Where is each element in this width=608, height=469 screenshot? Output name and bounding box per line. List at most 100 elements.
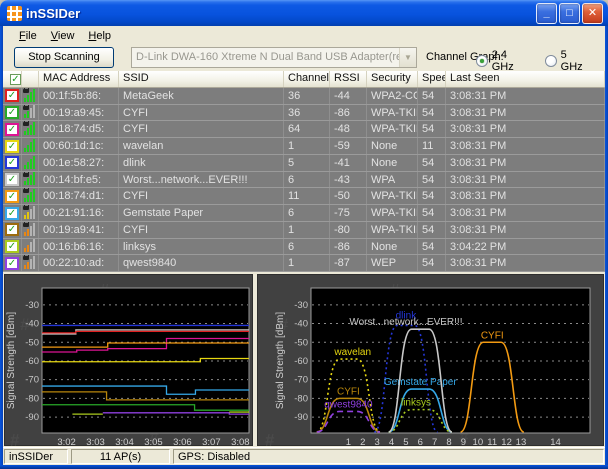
row-checkbox[interactable]: ✓ xyxy=(3,105,22,121)
cell-ssid: CYFI xyxy=(119,188,284,204)
signal-strength-icon xyxy=(22,88,39,104)
table-row[interactable]: ✓00:1f:5b:86:MetaGeek36-44WPA2-CCMP543:0… xyxy=(3,88,605,105)
cell-mac: 00:14:bf:e5: xyxy=(39,172,119,188)
row-checkbox[interactable]: ✓ xyxy=(3,155,22,171)
cell-rssi: -75 xyxy=(330,205,367,221)
cell-channel: 11 xyxy=(284,188,330,204)
header-signal-icon-col[interactable] xyxy=(22,71,39,87)
row-checkbox[interactable]: ✓ xyxy=(3,188,22,204)
time-graph: ########-30-40-50-60-70-80-90Signal Stre… xyxy=(5,275,254,447)
network-color-checkbox[interactable]: ✓ xyxy=(5,257,19,270)
row-checkbox[interactable]: ✓ xyxy=(3,222,22,238)
svg-text:-40: -40 xyxy=(25,319,39,330)
menu-view[interactable]: View xyxy=(44,28,82,44)
header-rssi[interactable]: RSSI xyxy=(330,71,367,87)
cell-channel: 6 xyxy=(284,172,330,188)
row-checkbox[interactable]: ✓ xyxy=(3,255,22,271)
svg-text:3:08: 3:08 xyxy=(231,437,250,447)
cell-mac: 00:60:1d:1c: xyxy=(39,138,119,154)
table-row[interactable]: ✓00:18:74:d1:CYFI11-50WPA-TKIP543:08:31 … xyxy=(3,188,605,205)
network-table-body: ✓00:1f:5b:86:MetaGeek36-44WPA2-CCMP543:0… xyxy=(3,88,605,272)
svg-text:3:05: 3:05 xyxy=(144,437,163,447)
cell-speed: 54 xyxy=(418,172,446,188)
svg-text:Signal Strength [dBm]: Signal Strength [dBm] xyxy=(275,312,286,409)
network-color-checkbox[interactable]: ✓ xyxy=(5,140,19,153)
table-row[interactable]: ✓ 00:14:bf:e5:Worst...network...EVER!!!6-… xyxy=(3,172,605,189)
table-row[interactable]: ✓00:19:a9:41:CYFI1-80WPA-TKIP543:08:31 P… xyxy=(3,222,605,239)
cell-security: None xyxy=(367,138,418,154)
cell-speed: 54 xyxy=(418,188,446,204)
header-security[interactable]: Security xyxy=(367,71,418,87)
network-color-checkbox[interactable]: ✓ xyxy=(5,123,19,136)
svg-text:11: 11 xyxy=(487,437,497,447)
svg-text:6: 6 xyxy=(418,437,423,447)
header-select-all[interactable]: ✓ xyxy=(3,71,22,87)
svg-text:-30: -30 xyxy=(25,300,39,311)
header-speed[interactable]: Speed xyxy=(418,71,446,87)
svg-text:3:06: 3:06 xyxy=(173,437,192,447)
svg-text:#: # xyxy=(265,430,275,447)
header-ssid[interactable]: SSID xyxy=(119,71,284,87)
row-checkbox[interactable]: ✓ xyxy=(3,88,22,104)
window-border-bottom xyxy=(0,465,608,469)
header-channel[interactable]: Channel xyxy=(284,71,330,87)
close-button[interactable]: ✕ xyxy=(582,3,603,24)
network-color-checkbox[interactable]: ✓ xyxy=(5,207,19,220)
cell-last-seen: 3:04:22 PM xyxy=(446,239,605,255)
channel-curve-label: wavelan xyxy=(333,347,371,358)
header-last-seen[interactable]: Last Seen xyxy=(446,71,605,87)
svg-text:12: 12 xyxy=(501,437,512,447)
table-row[interactable]: ✓00:18:74:d5:CYFI64-48WPA-TKIP543:08:31 … xyxy=(3,121,605,138)
network-color-checkbox[interactable]: ✓ xyxy=(5,156,19,169)
adapter-select[interactable]: D-Link DWA-160 Xtreme N Dual Band USB Ad… xyxy=(131,47,417,68)
cell-speed: 54 xyxy=(418,105,446,121)
radio-5ghz[interactable] xyxy=(545,55,557,67)
header-mac-address[interactable]: MAC Address xyxy=(39,71,119,87)
network-color-checkbox[interactable]: ✓ xyxy=(5,240,19,253)
cell-security: WPA-TKIP xyxy=(367,222,418,238)
svg-text:7: 7 xyxy=(432,437,437,447)
table-row[interactable]: ✓00:22:10:ad:qwest98401-87WEP543:08:31 P… xyxy=(3,255,605,272)
cell-ssid: qwest9840 xyxy=(119,255,284,271)
signal-strength-icon xyxy=(22,172,39,188)
lock-icon xyxy=(23,89,29,93)
minimize-button[interactable]: _ xyxy=(536,3,557,24)
network-color-checkbox[interactable]: ✓ xyxy=(5,173,19,186)
maximize-button[interactable]: □ xyxy=(559,3,580,24)
row-checkbox[interactable]: ✓ xyxy=(3,239,22,255)
row-checkbox[interactable]: ✓ xyxy=(3,121,22,137)
svg-text:Signal Strength [dBm]: Signal Strength [dBm] xyxy=(6,312,17,409)
title-bar[interactable]: inSSIDer _ □ ✕ xyxy=(0,0,608,26)
table-row[interactable]: ✓00:16:b6:16:linksys6-86None543:04:22 PM xyxy=(3,239,605,256)
network-color-checkbox[interactable]: ✓ xyxy=(5,190,19,203)
table-row[interactable]: ✓00:19:a9:45:CYFI36-86WPA-TKIP543:08:31 … xyxy=(3,105,605,122)
network-color-checkbox[interactable]: ✓ xyxy=(5,223,19,236)
row-checkbox[interactable]: ✓ xyxy=(3,172,22,188)
cell-rssi: -59 xyxy=(330,138,367,154)
radio-24ghz[interactable] xyxy=(476,55,488,67)
channel-graph: ########-30-40-50-60-70-80-90Signal Stre… xyxy=(258,275,605,447)
channel-curve-label: Worst...network...EVER!!! xyxy=(349,317,462,328)
channel-graph-panel: ########-30-40-50-60-70-80-90Signal Stre… xyxy=(257,274,604,446)
table-row[interactable]: ✓00:60:1d:1c:wavelan1-59None113:08:31 PM xyxy=(3,138,605,155)
menu-file[interactable]: File xyxy=(12,28,44,44)
svg-text:13: 13 xyxy=(516,437,527,447)
signal-strength-icon xyxy=(22,138,39,154)
cell-rssi: -43 xyxy=(330,172,367,188)
lock-icon xyxy=(23,189,29,193)
menu-help[interactable]: Help xyxy=(81,28,118,44)
stop-scanning-button[interactable]: Stop Scanning xyxy=(14,47,114,68)
cell-channel: 5 xyxy=(284,155,330,171)
row-checkbox[interactable]: ✓ xyxy=(3,205,22,221)
chevron-down-icon: ▼ xyxy=(399,48,416,67)
cell-mac: 00:22:10:ad: xyxy=(39,255,119,271)
network-color-checkbox[interactable]: ✓ xyxy=(5,106,19,119)
row-checkbox[interactable]: ✓ xyxy=(3,138,22,154)
table-row[interactable]: ✓00:1e:58:27:dlink5-41None543:08:31 PM xyxy=(3,155,605,172)
channel-curve-label: CYFI xyxy=(481,330,504,341)
cell-last-seen: 3:08:31 PM xyxy=(446,121,605,137)
network-color-checkbox[interactable]: ✓ xyxy=(5,89,19,102)
cell-ssid: Worst...network...EVER!!! xyxy=(119,172,284,188)
table-row[interactable]: ✓00:21:91:16:Gemstate Paper6-75WPA-TKIP5… xyxy=(3,205,605,222)
network-table-header: ✓ MAC Address SSID Channel RSSI Security… xyxy=(3,71,605,88)
